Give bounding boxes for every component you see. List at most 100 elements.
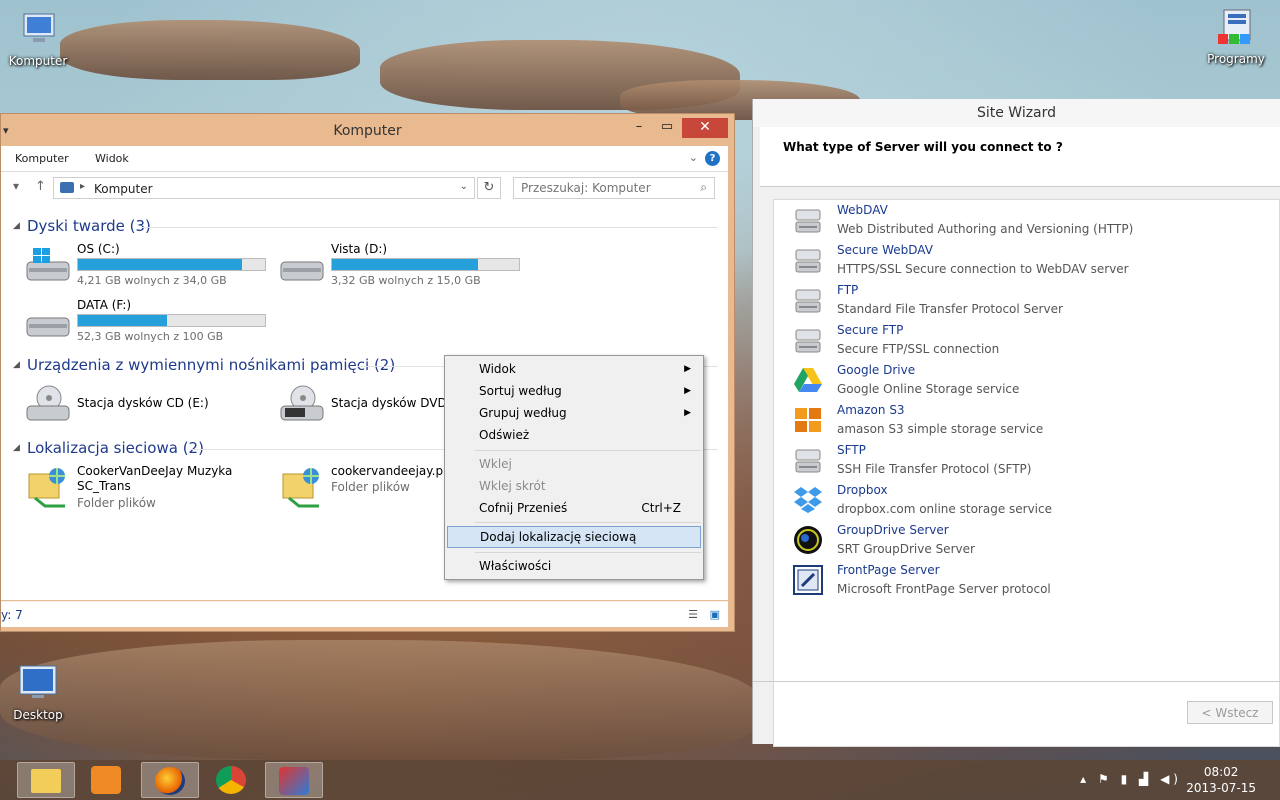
menu-item-wlasciwosci[interactable]: Właściwości <box>447 555 701 577</box>
server-type-list: WebDAV Web Distributed Authoring and Ver… <box>773 199 1280 747</box>
status-bar: y: 7 ☰ ▣ <box>1 601 728 627</box>
wizard-title: Site Wizard <box>753 99 1280 127</box>
server-option-groupdrive[interactable]: GroupDrive Server SRT GroupDrive Server <box>774 520 1274 560</box>
clock-time: 08:02 <box>1203 765 1239 779</box>
drive-usage-bar <box>331 258 520 271</box>
taskbar-file-explorer[interactable] <box>17 762 75 798</box>
back-button[interactable]: < Wstecz <box>1187 701 1273 724</box>
address-bar[interactable]: ▸ Komputer ⌄ <box>53 177 475 199</box>
device-name: Stacja dysków DVD RW <box>331 396 447 410</box>
menu-item-sortuj[interactable]: Sortuj według ▶ <box>447 380 701 402</box>
server-name: SFTP <box>837 443 866 457</box>
programs-icon <box>1214 8 1258 48</box>
system-tray[interactable]: ▴ ⚑ ▮ ▟ ◀) <box>1080 772 1182 786</box>
network-signal-icon[interactable]: ▟ <box>1139 772 1152 786</box>
flag-icon[interactable]: ⚑ <box>1098 772 1113 786</box>
menu-item-label: Wklej <box>479 457 512 471</box>
context-menu: Widok ▶ Sortuj według ▶ Grupuj według ▶ Odś… <box>444 355 704 580</box>
server-option-secure-ftp[interactable]: Secure FTP Secure FTP/SSL connection <box>774 320 1274 360</box>
drive-item[interactable]: Vista (D:) 3,32 GB wolnych z 15,0 GB <box>279 242 529 290</box>
device-item[interactable]: Stacja dysków DVD RW <box>279 380 447 428</box>
cd-drive-icon <box>25 384 71 427</box>
menu-item-wklej-skrot[interactable]: Wklej skrót <box>447 475 701 497</box>
drive-name: OS (C:) <box>77 242 120 256</box>
server-description: Standard File Transfer Protocol Server <box>837 302 1063 316</box>
server-option-sftp[interactable]: SFTP SSH File Transfer Protocol (SFTP) <box>774 440 1274 480</box>
breadcrumb-arrow-icon[interactable]: ▸ <box>80 181 85 192</box>
server-drive-icon <box>792 284 824 316</box>
amazon-s3-icon <box>792 404 824 436</box>
recent-locations-icon[interactable]: ▾ <box>13 179 19 193</box>
search-icon[interactable]: ⌕ <box>700 180 707 195</box>
network-location-item[interactable]: cookervandeejay.pl Folder plików <box>279 464 447 512</box>
collapse-icon[interactable]: ◢ <box>13 221 20 231</box>
help-icon[interactable]: ? <box>705 151 720 166</box>
monitor-icon <box>16 664 60 704</box>
server-name: GroupDrive Server <box>837 523 949 537</box>
server-option-amazon-s3[interactable]: Amazon S3 amason S3 simple storage servi… <box>774 400 1274 440</box>
details-view-icon[interactable]: ☰ <box>688 608 698 621</box>
up-arrow-icon[interactable]: ↑ <box>35 179 46 194</box>
menu-item-dodaj-lokalizacje[interactable]: Dodaj lokalizację sieciową <box>447 526 701 548</box>
group-header-removable[interactable]: Urządzenia z wymiennymi nośnikami pamięc… <box>27 356 395 374</box>
breadcrumb[interactable]: Komputer <box>94 182 153 196</box>
drive-usage-fill <box>78 259 242 270</box>
menu-item-cofnij[interactable]: Cofnij Przenieś Ctrl+Z <box>447 497 701 519</box>
server-option-google-drive[interactable]: Google Drive Google Online Storage servi… <box>774 360 1274 400</box>
server-option-dropbox[interactable]: Dropbox dropbox.com online storage servi… <box>774 480 1274 520</box>
device-item[interactable]: Stacja dysków CD (E:) <box>25 380 265 428</box>
server-option-secure-webdav[interactable]: Secure WebDAV HTTPS/SSL Secure connectio… <box>774 240 1274 280</box>
menu-item-odswiez[interactable]: Odśwież <box>447 424 701 446</box>
menu-item-label: Wklej skrót <box>479 479 546 493</box>
server-option-frontpage[interactable]: FrontPage Server Microsoft FrontPage Ser… <box>774 560 1274 600</box>
menu-item-wklej[interactable]: Wklej <box>447 453 701 475</box>
volume-icon[interactable]: ◀) <box>1160 772 1182 786</box>
computer-icon <box>16 10 60 50</box>
tab-komputer[interactable]: Komputer <box>15 152 69 165</box>
tab-widok[interactable]: Widok <box>95 152 129 165</box>
wizard-footer-divider <box>753 681 1280 682</box>
desktop-icon-komputer[interactable]: Komputer <box>0 10 76 68</box>
search-input[interactable] <box>521 179 691 197</box>
server-option-ftp[interactable]: FTP Standard File Transfer Protocol Serv… <box>774 280 1274 320</box>
minimize-button[interactable]: – <box>626 118 652 138</box>
taskbar-site-wizard[interactable] <box>265 762 323 798</box>
server-name: Amazon S3 <box>837 403 905 417</box>
menu-item-widok[interactable]: Widok ▶ <box>447 358 701 380</box>
server-name: Secure WebDAV <box>837 243 933 257</box>
menu-item-label: Widok <box>479 362 516 376</box>
folder-icon <box>31 769 61 793</box>
maximize-button[interactable]: ▭ <box>654 118 680 138</box>
address-dropdown-icon[interactable]: ⌄ <box>460 181 468 192</box>
large-icons-view-icon[interactable]: ▣ <box>710 608 720 621</box>
group-header-network[interactable]: Lokalizacja sieciowa (2) <box>27 439 204 457</box>
refresh-button[interactable]: ↻ <box>477 177 501 199</box>
taskbar-chrome[interactable] <box>203 762 261 798</box>
close-button[interactable]: ✕ <box>682 118 728 138</box>
menu-separator <box>475 450 701 451</box>
network-location-item[interactable]: CookerVanDeeJay Muzyka SC_Trans Folder p… <box>25 464 265 512</box>
server-name: FrontPage Server <box>837 563 940 577</box>
drive-usage-fill <box>78 315 168 326</box>
server-drive-icon <box>792 444 824 476</box>
menu-item-shortcut: Ctrl+Z <box>641 501 681 515</box>
clock-date: 2013-07-15 <box>1186 781 1256 795</box>
desktop-icon-programy[interactable]: Programy <box>1198 8 1274 66</box>
window-title: Komputer <box>333 123 402 139</box>
collapse-icon[interactable]: ◢ <box>13 360 20 370</box>
chevron-down-icon[interactable]: ⌄ <box>689 151 698 164</box>
drive-item[interactable]: DATA (F:) 52,3 GB wolnych z 100 GB <box>25 298 275 346</box>
network-folder-icon <box>279 466 325 513</box>
explorer-title-bar[interactable]: ▾ Komputer – ▭ ✕ <box>1 114 734 146</box>
server-option-webdav[interactable]: WebDAV Web Distributed Authoring and Ver… <box>774 200 1274 240</box>
taskbar-firefox[interactable] <box>141 762 199 798</box>
show-hidden-icons-icon[interactable]: ▴ <box>1080 772 1090 786</box>
taskbar-media-player[interactable] <box>78 762 136 798</box>
group-header-hard-drives[interactable]: Dyski twarde (3) <box>27 217 151 235</box>
clock[interactable]: 08:02 2013-07-15 <box>1186 764 1256 796</box>
battery-icon[interactable]: ▮ <box>1121 772 1132 786</box>
menu-item-grupuj[interactable]: Grupuj według ▶ <box>447 402 701 424</box>
drive-item[interactable]: OS (C:) 4,21 GB wolnych z 34,0 GB <box>25 242 275 290</box>
collapse-icon[interactable]: ◢ <box>13 443 20 453</box>
desktop-icon-desktop[interactable]: Desktop <box>0 664 76 722</box>
